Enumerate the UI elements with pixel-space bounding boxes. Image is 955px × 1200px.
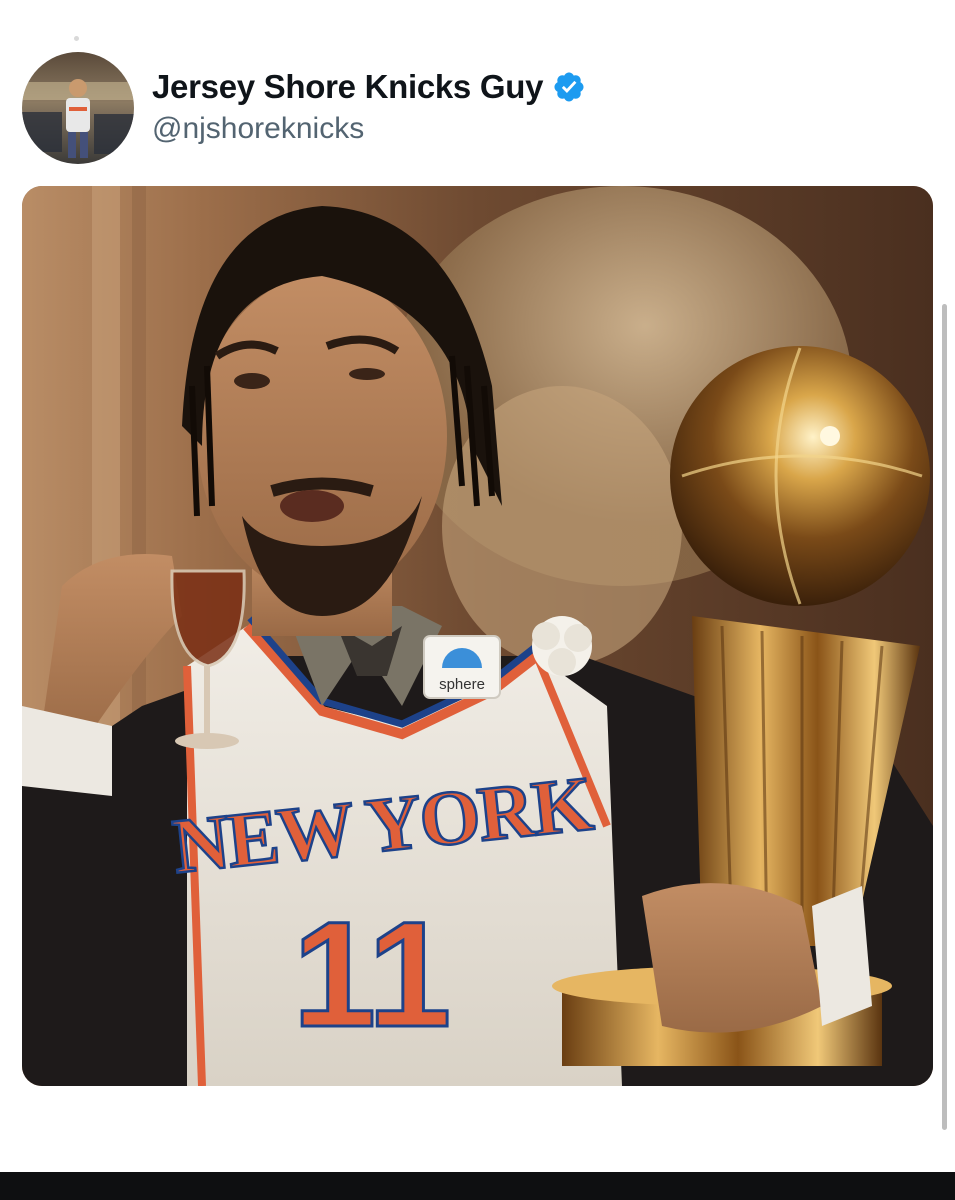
bottom-bar <box>0 1172 955 1200</box>
name-row: Jersey Shore Knicks Guy <box>152 67 586 107</box>
status-dot <box>74 36 79 41</box>
boutonniere-icon <box>532 616 592 676</box>
handle[interactable]: @njshoreknicks <box>152 109 586 149</box>
jersey-number: 11 <box>293 890 452 1058</box>
photo-illustration: sphere NEW YORK 11 <box>22 186 933 1086</box>
post-image[interactable]: sphere NEW YORK 11 <box>22 186 933 1086</box>
post-header: Jersey Shore Knicks Guy @njshoreknicks <box>22 52 586 164</box>
display-name[interactable]: Jersey Shore Knicks Guy <box>152 67 543 107</box>
avatar-image <box>22 52 134 164</box>
verified-badge-icon <box>552 70 586 104</box>
post-screen: Jersey Shore Knicks Guy @njshoreknicks s… <box>0 0 955 1200</box>
avatar[interactable] <box>22 52 134 164</box>
sponsor-patch: sphere <box>439 676 485 693</box>
author-block: Jersey Shore Knicks Guy @njshoreknicks <box>152 67 586 149</box>
scrollbar[interactable] <box>942 304 947 1130</box>
